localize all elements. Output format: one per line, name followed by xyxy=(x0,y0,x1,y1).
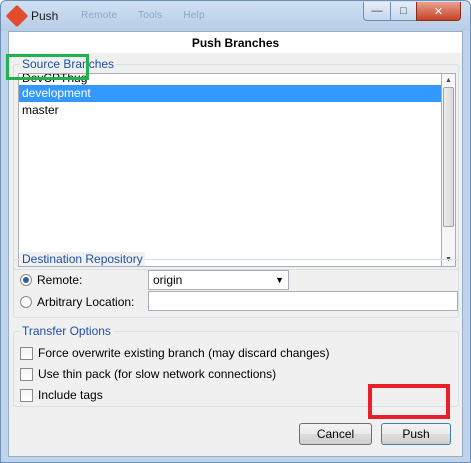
scroll-up-icon[interactable]: ▲ xyxy=(442,74,455,87)
destination-legend: Destination Repository xyxy=(20,252,145,266)
push-button[interactable]: Push xyxy=(381,423,451,445)
maximize-icon: □ xyxy=(400,5,407,17)
include-tags-label: Include tags xyxy=(38,388,103,402)
arbitrary-location-radio[interactable] xyxy=(20,296,32,308)
remote-select-value: origin xyxy=(153,273,183,287)
annotation-highlight-red xyxy=(368,384,450,419)
remote-label: Remote: xyxy=(37,273,83,287)
force-overwrite-label: Force overwrite existing branch (may dis… xyxy=(38,346,330,360)
maximize-button[interactable]: □ xyxy=(390,2,417,21)
arbitrary-location-label: Arbitrary Location: xyxy=(37,295,135,309)
chevron-down-icon: ▼ xyxy=(275,275,284,285)
branch-item-development[interactable]: development xyxy=(19,85,441,102)
force-overwrite-option[interactable]: Force overwrite existing branch (may dis… xyxy=(20,346,329,360)
transfer-options-legend: Transfer Options xyxy=(20,324,113,338)
arbitrary-location-input[interactable] xyxy=(148,291,458,311)
remote-radio-row[interactable]: Remote: xyxy=(20,273,82,287)
destination-repository-group: Destination Repository Remote: origin ▼ … xyxy=(13,252,459,318)
background-menu: Remote Tools Help xyxy=(81,10,223,21)
git-app-icon xyxy=(5,4,29,28)
close-button[interactable]: ✕ xyxy=(416,2,461,21)
cancel-button[interactable]: Cancel xyxy=(299,423,372,445)
branch-item-master[interactable]: master xyxy=(19,102,441,119)
source-branches-list[interactable]: DevCPThug development master xyxy=(18,73,442,267)
force-overwrite-checkbox[interactable] xyxy=(20,346,33,360)
push-dialog-window: Push Remote Tools Help — □ ✕ Push Branch… xyxy=(0,0,471,463)
annotation-highlight-green xyxy=(6,54,89,80)
remote-select[interactable]: origin ▼ xyxy=(148,270,289,290)
close-icon: ✕ xyxy=(433,5,444,18)
remote-radio[interactable] xyxy=(20,274,32,286)
include-tags-checkbox[interactable] xyxy=(20,388,33,402)
dialog-heading: Push Branches xyxy=(191,36,280,50)
include-tags-option[interactable]: Include tags xyxy=(20,388,103,402)
title-bar[interactable]: Push Remote Tools Help — □ ✕ xyxy=(1,1,470,31)
source-branches-group: Source Branches DevCPThug development ma… xyxy=(13,57,459,270)
list-scrollbar[interactable]: ▲ ▼ xyxy=(442,73,456,267)
minimize-icon: — xyxy=(371,5,383,17)
minimize-button[interactable]: — xyxy=(363,2,391,21)
background-menu-item: Remote xyxy=(81,10,118,21)
dialog-header: Push Branches xyxy=(9,32,462,53)
background-menu-item: Help xyxy=(183,10,205,21)
thin-pack-checkbox[interactable] xyxy=(20,367,33,381)
arbitrary-radio-row[interactable]: Arbitrary Location: xyxy=(20,295,134,309)
window-title: Push xyxy=(31,9,59,23)
background-menu-item: Tools xyxy=(138,10,163,21)
thin-pack-option[interactable]: Use thin pack (for slow network connecti… xyxy=(20,367,276,381)
thin-pack-label: Use thin pack (for slow network connecti… xyxy=(38,367,277,381)
scroll-thumb[interactable] xyxy=(443,87,454,227)
